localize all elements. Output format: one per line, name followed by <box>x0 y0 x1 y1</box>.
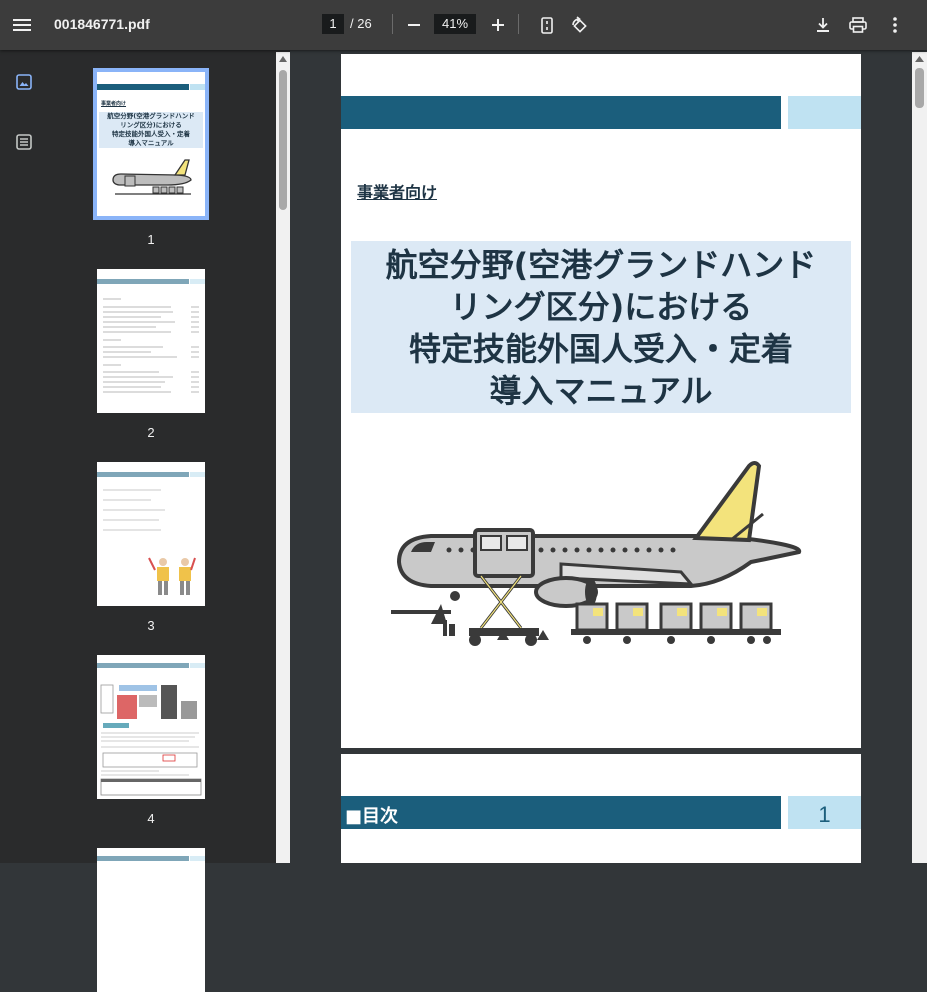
airplane-illustration <box>112 159 192 195</box>
page-number-input[interactable]: 1 <box>322 14 344 34</box>
viewer-scrollbar[interactable] <box>912 52 927 863</box>
toc-heading: ■目次 <box>345 806 399 827</box>
document-subtitle: 事業者向け <box>357 183 438 202</box>
thumbnail-page-3[interactable] <box>97 462 205 606</box>
viewer-scroll-thumb[interactable] <box>915 68 924 108</box>
header-band-light <box>788 96 861 129</box>
print-icon[interactable] <box>846 13 870 37</box>
thumbnail-label: 1 <box>147 232 155 247</box>
pdf-toolbar: 001846771.pdf 1 / 26 41% <box>0 0 927 50</box>
thumb-title-line: リング区分)における <box>120 121 182 129</box>
thumbnail-page-1[interactable]: 事業者向け 航空分野(空港グランドハンド リング区分)における 特定技能外国人受… <box>93 68 209 220</box>
thumb-subtitle: 事業者向け <box>101 101 127 107</box>
zoom-out-icon[interactable] <box>402 13 426 37</box>
toolbar-divider <box>392 14 393 34</box>
document-title-box: 航空分野(空港グランドハンド リング区分)における 特定技能外国人受入・定着 導… <box>351 241 851 413</box>
thumbnail-page-2[interactable] <box>97 269 205 413</box>
sidebar-scrollbar[interactable] <box>276 52 290 863</box>
toolbar-divider <box>518 14 519 34</box>
document-title-line: リング区分)における <box>449 288 753 326</box>
page-total: / 26 <box>350 16 372 31</box>
diagram-page-placeholder <box>100 684 202 796</box>
zoom-in-icon[interactable] <box>486 13 510 37</box>
sidebar-rail <box>0 50 48 863</box>
pdf-page-2: ■目次 1 <box>341 754 861 863</box>
thumbnail-label: 3 <box>147 618 155 633</box>
thumbnail-page-4[interactable] <box>97 655 205 799</box>
thumb-title-line: 導入マニュアル <box>128 139 174 147</box>
airplane-illustration <box>391 461 802 646</box>
fit-page-icon[interactable] <box>535 13 559 37</box>
thumbnail-label: 4 <box>147 811 155 826</box>
thumbnail-view-icon[interactable] <box>12 70 36 94</box>
thumb-title-line: 特定技能外国人受入・定着 <box>112 130 190 138</box>
download-icon[interactable] <box>811 13 835 37</box>
header-band <box>341 96 781 129</box>
page-number-label: 1 <box>818 802 831 827</box>
scroll-up-arrow-icon[interactable] <box>279 56 287 62</box>
zoom-level-input[interactable]: 41% <box>434 14 476 34</box>
toc-lines-placeholder <box>103 298 199 393</box>
document-title-line: 特定技能外国人受入・定着 <box>408 330 793 368</box>
thumb-title-box: 航空分野(空港グランドハンド リング区分)における 特定技能外国人受入・定着 導… <box>99 112 203 148</box>
document-title-line: 導入マニュアル <box>489 372 713 410</box>
thumb-title-line: 航空分野(空港グランドハンド <box>107 112 195 120</box>
pdf-page-1: 事業者向け 航空分野(空港グランドハンド リング区分)における 特定技能外国人受… <box>341 54 861 748</box>
menu-icon[interactable] <box>10 13 34 37</box>
thumbnail-page-5[interactable] <box>97 848 205 992</box>
outline-view-icon[interactable] <box>12 130 36 154</box>
sidebar-scroll-thumb[interactable] <box>279 70 287 210</box>
document-filename: 001846771.pdf <box>54 16 150 32</box>
rotate-icon[interactable] <box>567 13 591 37</box>
workers-illustration <box>103 489 196 595</box>
thumbnail-label: 2 <box>147 425 155 440</box>
more-icon[interactable] <box>883 13 907 37</box>
document-title-line: 航空分野(空港グランドハンド <box>385 246 817 284</box>
scroll-up-arrow-icon[interactable] <box>915 56 924 62</box>
toc-header-band <box>341 796 781 829</box>
